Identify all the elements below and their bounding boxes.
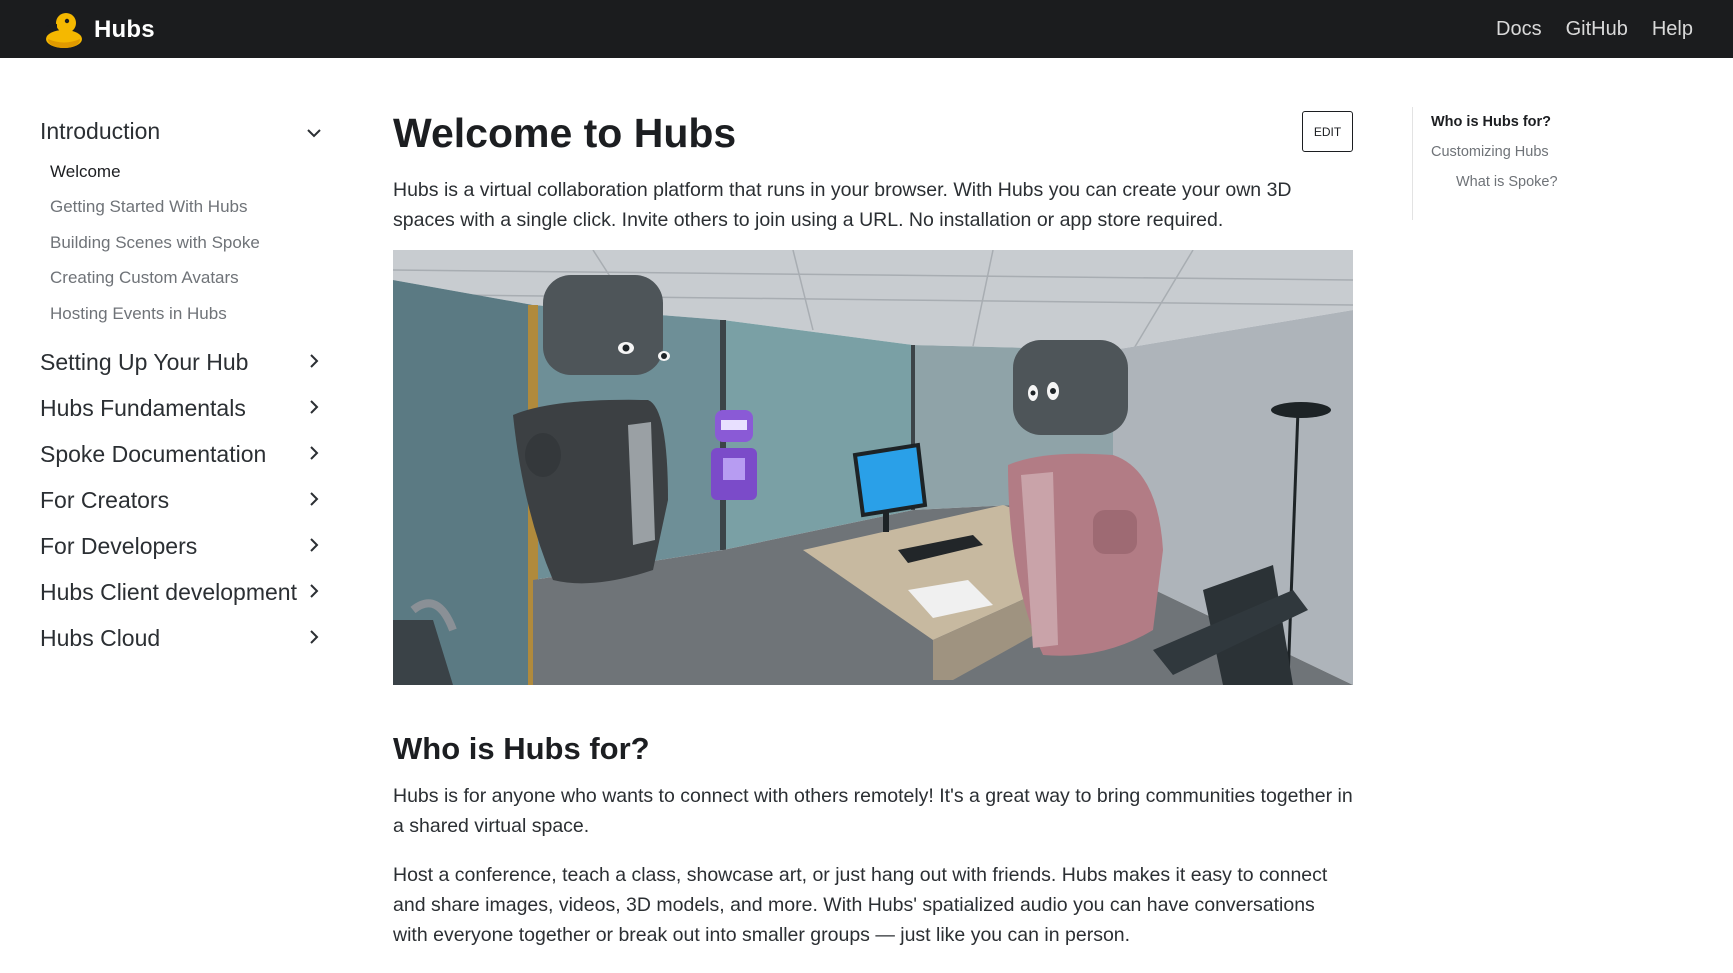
sidebar-item-building-scenes[interactable]: Building Scenes with Spoke <box>50 225 330 261</box>
main-content: Welcome to Hubs EDIT Hubs is a virtual c… <box>393 100 1353 950</box>
sidebar-category-label: Setting Up Your Hub <box>40 349 249 375</box>
sidebar-category-label: Introduction <box>40 117 161 144</box>
chevron-right-icon <box>310 537 319 552</box>
sidebar-subitems: Welcome Getting Started With Hubs Buildi… <box>40 154 330 332</box>
sidebar-category-client-dev[interactable]: Hubs Client development <box>40 570 330 616</box>
features-paragraph: Host a conference, teach a class, showca… <box>393 864 1328 947</box>
toc-item-who-is-hubs-for[interactable]: Who is Hubs for? <box>1431 107 1662 137</box>
chevron-down-icon <box>307 129 321 138</box>
sidebar-category-setting-up[interactable]: Setting Up Your Hub <box>40 340 330 386</box>
sidebar-category-label: Hubs Cloud <box>40 625 161 651</box>
sidebar-category-developers[interactable]: For Developers <box>40 524 330 570</box>
sidebar-item-hosting-events[interactable]: Hosting Events in Hubs <box>50 296 330 332</box>
brand-link[interactable]: Hubs <box>42 12 155 48</box>
top-nav-links: Docs GitHub Help <box>1496 0 1693 58</box>
sidebar-category-label: Hubs Fundamentals <box>40 395 246 421</box>
chevron-right-icon <box>310 583 319 598</box>
sidebar-category-hubs-cloud[interactable]: Hubs Cloud <box>40 616 330 662</box>
duck-logo-icon <box>46 13 82 48</box>
sidebar-category-creators[interactable]: For Creators <box>40 478 330 524</box>
table-of-contents: Who is Hubs for? Customizing Hubs What i… <box>1412 107 1662 220</box>
page-title: Welcome to Hubs <box>393 110 737 156</box>
edit-button[interactable]: EDIT <box>1302 111 1353 152</box>
brand-name: Hubs <box>94 16 155 43</box>
chevron-right-icon <box>310 445 319 460</box>
hero-image-office-avatars <box>393 250 1353 686</box>
chevron-right-icon <box>310 629 319 644</box>
nav-link-help[interactable]: Help <box>1652 18 1693 41</box>
sidebar-item-getting-started[interactable]: Getting Started With Hubs <box>50 190 330 226</box>
who-paragraph: Hubs is for anyone who wants to connect … <box>393 785 1353 838</box>
section-title-who-is-hubs-for: Who is Hubs for? <box>393 731 650 767</box>
chevron-right-icon <box>310 353 319 368</box>
sidebar-category-introduction[interactable]: Introduction <box>40 112 330 150</box>
sidebar-category-spoke[interactable]: Spoke Documentation <box>40 432 330 478</box>
sidebar-category-fundamentals[interactable]: Hubs Fundamentals <box>40 386 330 432</box>
sidebar-category-label: Spoke Documentation <box>40 441 267 467</box>
top-navbar: Hubs Docs GitHub Help <box>0 0 1733 58</box>
intro-paragraph: Hubs is a virtual collaboration platform… <box>393 179 1292 232</box>
chevron-right-icon <box>310 399 319 414</box>
toc-item-customizing-hubs[interactable]: Customizing Hubs <box>1431 137 1662 167</box>
sidebar-item-custom-avatars[interactable]: Creating Custom Avatars <box>50 261 330 297</box>
sidebar-category-label: For Developers <box>40 533 198 559</box>
chevron-right-icon <box>310 491 319 506</box>
sidebar-item-welcome[interactable]: Welcome <box>50 154 330 190</box>
sidebar-category-label: For Creators <box>40 487 170 513</box>
nav-link-github[interactable]: GitHub <box>1566 18 1628 41</box>
nav-link-docs[interactable]: Docs <box>1496 18 1542 41</box>
toc-item-what-is-spoke[interactable]: What is Spoke? <box>1431 167 1662 197</box>
sidebar-category-label: Hubs Client development <box>40 579 297 605</box>
docs-sidebar: Introduction Welcome Getting Started Wit… <box>40 112 330 662</box>
